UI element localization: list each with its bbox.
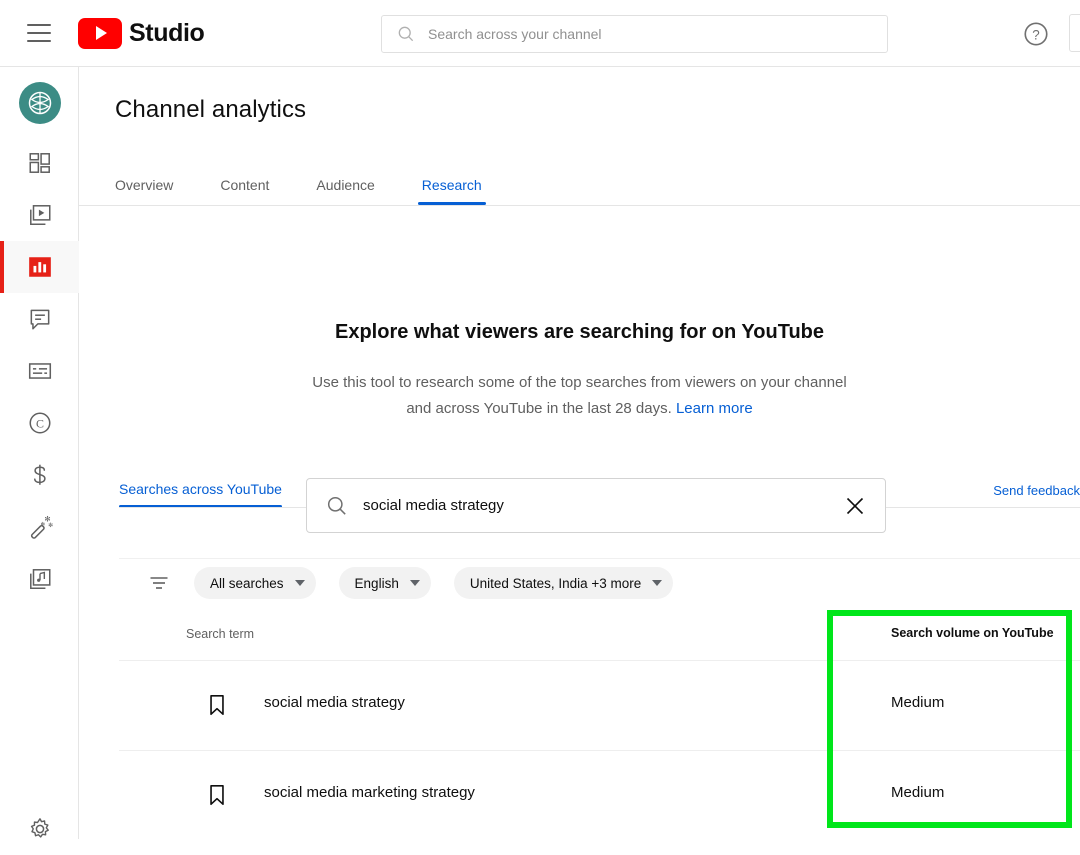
brand-text: Studio [129,18,205,47]
column-header-search-volume: Search volume on YouTube [891,626,1054,640]
chevron-down-icon [652,580,663,586]
left-sidebar: C ✻ ✻ ✻ [0,67,79,839]
sidebar-item-comments[interactable] [0,293,79,345]
table-row[interactable]: social media marketing strategy Medium [119,751,1080,839]
top-header: Studio Search across your channel ? [0,0,1080,67]
row-search-term: social media marketing strategy [264,784,475,801]
analytics-bar-chart-icon [28,257,51,277]
primary-tabs-divider [79,205,1080,206]
header-right-partial-control[interactable] [1069,14,1080,52]
channel-leaf-icon [28,91,52,115]
chevron-down-icon [409,580,420,586]
avatar[interactable] [19,82,61,124]
sidebar-item-analytics[interactable] [0,241,79,293]
primary-tabs: Overview Content Audience Research [115,163,529,205]
filter-row-divider [119,558,1080,559]
copyright-icon: C [28,412,51,434]
filter-lines-icon[interactable] [147,571,171,595]
clear-search-button[interactable] [843,494,867,518]
hamburger-menu-icon[interactable] [27,24,51,42]
filter-chip-language-label: English [354,575,399,591]
svg-text:✻: ✻ [48,522,53,529]
svg-text:?: ? [1032,27,1039,42]
main-content: Channel analytics Overview Content Audie… [79,67,1080,839]
hero-description: Use this tool to research some of the to… [300,370,860,422]
tab-audience[interactable]: Audience [316,177,374,205]
sidebar-item-copyright[interactable]: C [0,397,79,449]
header-search-placeholder: Search across your channel [428,26,602,42]
music-note-icon [29,569,51,589]
table-row[interactable]: social media strategy Medium [119,661,1080,751]
sidebar-item-dashboard[interactable] [0,137,79,189]
tab-research[interactable]: Research [417,177,486,205]
video-content-icon [29,205,51,225]
filter-row: All searches English United States, Indi… [119,561,674,605]
column-header-search-term: Search term [186,627,255,641]
row-search-volume: Medium [891,694,945,711]
filter-chip-language[interactable]: English [338,567,431,599]
youtube-logo-icon [78,17,122,49]
search-icon [327,496,346,515]
sidebar-item-earn[interactable] [0,449,79,501]
comment-bubble-icon [30,309,49,330]
research-search-value: social media strategy [363,497,504,514]
row-search-term: social media strategy [264,694,405,711]
magic-wand-icon: ✻ ✻ ✻ [30,515,53,539]
hero-description-text: Use this tool to research some of the to… [312,374,847,417]
filter-chip-region[interactable]: United States, India +3 more [453,567,674,599]
close-x-icon [846,497,864,514]
svg-text:C: C [36,416,44,430]
sidebar-item-settings[interactable] [0,803,79,855]
filter-chip-all-searches-label: All searches [210,575,284,591]
table-header: Search term Search volume on YouTube [119,615,1080,660]
research-search-input[interactable]: social media strategy [306,478,886,533]
tab-overview[interactable]: Overview [115,177,173,205]
bookmark-icon[interactable] [204,692,230,718]
help-circle-icon[interactable]: ? [1022,20,1050,48]
studio-brand-logo[interactable]: Studio [78,17,205,49]
learn-more-link[interactable]: Learn more [676,400,753,417]
send-feedback-link[interactable]: Send feedback [993,483,1080,498]
dashboard-grid-icon [28,153,50,173]
header-search-bar[interactable]: Search across your channel [381,15,888,53]
sidebar-item-audio-library[interactable] [0,553,79,605]
row-search-volume: Medium [891,784,945,801]
filter-chip-region-label: United States, India +3 more [469,575,642,591]
page-title: Channel analytics [115,96,307,123]
bookmark-icon[interactable] [204,782,230,808]
tab-content[interactable]: Content [220,177,269,205]
filter-chip-all-searches[interactable]: All searches [194,567,316,599]
chevron-down-icon [294,580,305,586]
gear-icon [30,818,49,838]
sidebar-item-content[interactable] [0,189,79,241]
tab-searches-across-youtube[interactable]: Searches across YouTube [119,481,282,508]
svg-text:✻: ✻ [40,522,45,528]
hero-title: Explore what viewers are searching for o… [334,321,825,343]
subtitles-icon [28,363,51,379]
search-icon [398,26,414,42]
dollar-sign-icon [33,464,46,485]
sidebar-item-subtitles[interactable] [0,345,79,397]
sidebar-item-customization[interactable]: ✻ ✻ ✻ [0,501,79,553]
